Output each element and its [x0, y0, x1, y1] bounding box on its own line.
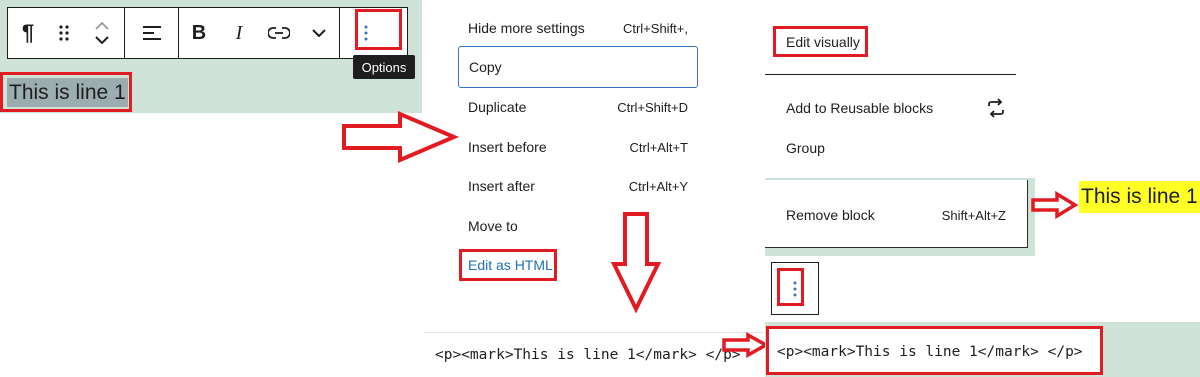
toolbar-group-align: [125, 8, 179, 58]
menu-item-insert-before[interactable]: Insert before Ctrl+Alt+T: [458, 128, 700, 166]
move-up-down-buttons[interactable]: [80, 8, 124, 58]
highlight-html-code: [766, 326, 1103, 375]
bold-icon: B: [191, 21, 207, 44]
menu-item-label: Add to Reusable blocks: [786, 100, 934, 116]
paragraph-icon: ¶: [21, 20, 35, 45]
highlight-options-secondary: [777, 268, 804, 306]
toolbar-group-block: ¶: [8, 8, 125, 58]
menu-item-copy[interactable]: Copy: [458, 46, 698, 88]
options-tooltip: Options: [353, 55, 415, 79]
menu-item-hide-more-settings[interactable]: Hide more settings Ctrl+Shift+,: [458, 9, 700, 47]
link-icon: [268, 27, 290, 39]
menu-item-shortcut: Ctrl+Alt+Y: [628, 178, 688, 194]
menu-item-duplicate[interactable]: Duplicate Ctrl+Shift+D: [458, 88, 700, 126]
chevron-up-icon[interactable]: [95, 22, 109, 30]
menu-item-shortcut: Ctrl+Alt+T: [629, 139, 688, 155]
down-arrow-icon: [610, 212, 662, 314]
toolbar-group-format: B I: [179, 8, 340, 58]
menu-item-label: Hide more settings: [468, 20, 585, 36]
menu-item-label: Group: [786, 140, 825, 156]
italic-button[interactable]: I: [219, 8, 259, 58]
html-code-left: <p><mark>This is line 1</mark> </p>: [435, 347, 741, 363]
highlight-options-button: [355, 9, 402, 50]
chevron-down-icon[interactable]: [95, 36, 109, 44]
menu-separator: [765, 74, 1016, 75]
options-menu: Hide more settings Ctrl+Shift+, Copy Dup…: [458, 0, 706, 290]
italic-icon: I: [235, 21, 243, 44]
more-rich-text-button[interactable]: [299, 8, 339, 58]
align-button[interactable]: [125, 8, 178, 58]
highlighted-paragraph-text[interactable]: This is line 1: [1079, 181, 1200, 213]
highlight-edit-as-html: [459, 249, 557, 281]
highlight-edit-visually: [773, 26, 868, 57]
menu-item-group[interactable]: Group: [786, 133, 1008, 163]
bold-button[interactable]: B: [179, 8, 219, 58]
drag-handle-icon: [59, 25, 69, 41]
menu-item-insert-after[interactable]: Insert after Ctrl+Alt+Y: [458, 167, 700, 205]
drag-handle[interactable]: [48, 8, 80, 58]
menu-item-label: Remove block: [786, 207, 875, 223]
menu-item-label: Copy: [469, 59, 502, 75]
menu-item-label: Move to: [468, 218, 518, 234]
block-toolbar: ¶ B I: [7, 7, 408, 59]
menu-item-shortcut: Ctrl+Shift+D: [617, 99, 688, 115]
menu-item-label: Duplicate: [468, 99, 527, 115]
menu-item-shortcut: Shift+Alt+Z: [941, 207, 1006, 223]
menu-item-shortcut: Ctrl+Shift+,: [622, 20, 688, 36]
highlight-selected-text: [0, 72, 132, 112]
menu-item-label: Insert after: [468, 178, 535, 194]
link-button[interactable]: [259, 8, 299, 58]
menu-item-remove-block[interactable]: Remove block Shift+Alt+Z: [786, 200, 1006, 230]
menu-item-move-to[interactable]: Move to: [458, 207, 700, 245]
right-arrow-icon: [722, 332, 770, 358]
align-left-icon: [142, 26, 161, 40]
paragraph-button[interactable]: ¶: [8, 8, 48, 58]
right-arrow-icon: [342, 110, 460, 164]
reusable-block-icon: [988, 98, 1004, 118]
menu-item-add-reusable[interactable]: Add to Reusable blocks: [786, 93, 1008, 123]
menu-item-label: Insert before: [468, 139, 547, 155]
right-arrow-icon: [1031, 190, 1079, 220]
chevron-down-icon: [312, 29, 326, 37]
